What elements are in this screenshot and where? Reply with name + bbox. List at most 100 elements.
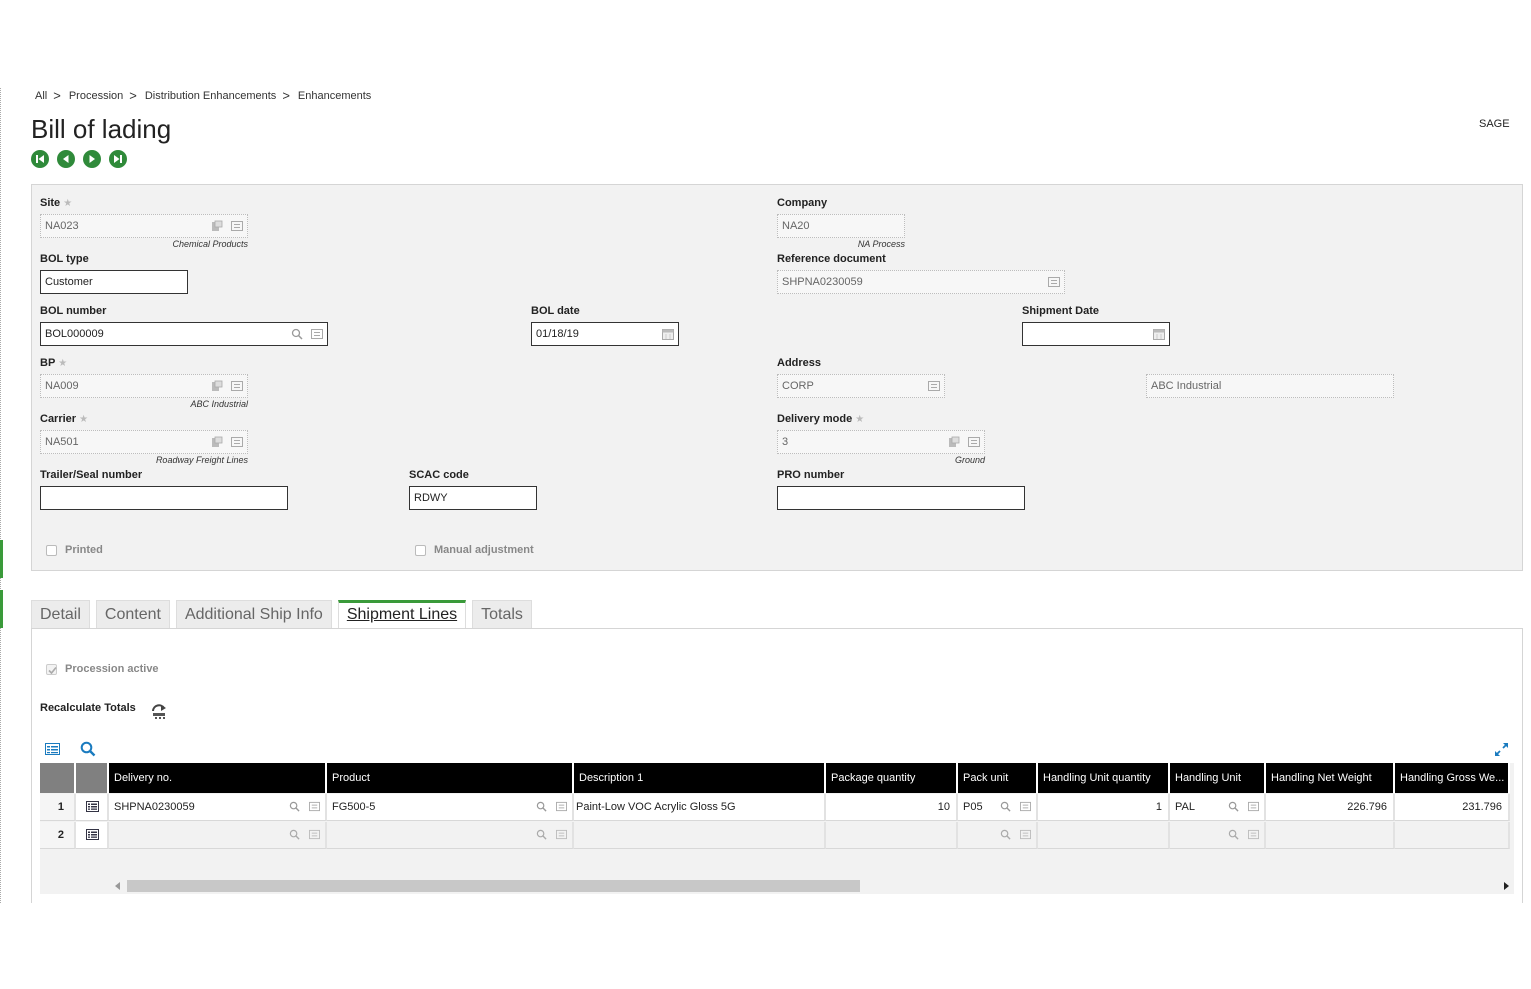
scrollbar-thumb[interactable] — [127, 880, 860, 892]
next-record-icon[interactable] — [83, 150, 101, 168]
detail-link-icon[interactable] — [211, 220, 223, 232]
actions-menu-icon[interactable] — [1248, 801, 1259, 812]
column-header-handling-gross-weight[interactable]: Handling Gross We... — [1395, 763, 1510, 793]
manual-adjustment-checkbox[interactable]: Manual adjustment — [415, 544, 534, 556]
row-actions[interactable] — [76, 822, 109, 849]
column-header-product[interactable]: Product — [327, 763, 574, 793]
breadcrumb-item-distribution[interactable]: Distribution Enhancements — [145, 90, 276, 102]
actions-menu-icon[interactable] — [1048, 276, 1060, 288]
search-icon[interactable] — [291, 328, 303, 340]
column-header-handling-unit-quantity[interactable]: Handling Unit quantity — [1038, 763, 1170, 793]
bol-date-field[interactable]: 01/18/19 — [531, 322, 679, 346]
detail-link-icon[interactable] — [211, 380, 223, 392]
tab-content[interactable]: Content — [95, 600, 170, 628]
cell-package-quantity[interactable] — [826, 822, 958, 849]
checkbox-box[interactable] — [415, 544, 426, 556]
actions-menu-icon[interactable] — [231, 436, 243, 448]
shipment-date-field[interactable] — [1022, 322, 1170, 346]
checkbox-box[interactable] — [46, 544, 57, 556]
cell-handling-net-weight[interactable] — [1266, 822, 1395, 849]
actions-menu-icon[interactable] — [556, 801, 567, 812]
tab-additional-ship-info[interactable]: Additional Ship Info — [175, 600, 332, 628]
search-icon[interactable] — [1000, 801, 1011, 812]
actions-menu-icon[interactable] — [928, 380, 940, 392]
scroll-left-arrow-icon[interactable] — [115, 882, 121, 890]
row-menu-icon[interactable] — [86, 829, 99, 840]
actions-menu-icon[interactable] — [231, 220, 243, 232]
calendar-icon[interactable] — [1153, 328, 1165, 340]
row-menu-icon[interactable] — [86, 801, 99, 812]
search-icon[interactable] — [536, 801, 547, 812]
column-header-pack-unit[interactable]: Pack unit — [958, 763, 1038, 793]
actions-menu-icon[interactable] — [1020, 801, 1031, 812]
detail-link-icon[interactable] — [948, 436, 960, 448]
actions-menu-icon[interactable] — [1248, 829, 1259, 840]
bp-field[interactable]: NA009 — [40, 374, 248, 398]
recalculate-icon[interactable] — [150, 702, 168, 720]
last-record-icon[interactable] — [109, 150, 127, 168]
grid-horizontal-scrollbar[interactable] — [112, 879, 1514, 893]
actions-menu-icon[interactable] — [556, 829, 567, 840]
first-record-icon[interactable] — [31, 150, 49, 168]
tab-shipment-lines[interactable]: Shipment Lines — [337, 600, 467, 628]
cell-delivery-no[interactable] — [109, 822, 327, 849]
tab-totals[interactable]: Totals — [472, 600, 532, 628]
bol-number-field[interactable]: BOL000009 — [40, 322, 328, 346]
actions-menu-icon[interactable] — [309, 801, 320, 812]
trailer-seal-field[interactable] — [40, 486, 288, 510]
column-header-description[interactable]: Description 1 — [574, 763, 826, 793]
search-icon[interactable] — [1228, 801, 1239, 812]
cell-description[interactable] — [574, 822, 826, 849]
cell-description[interactable]: Paint-Low VOC Acrylic Gloss 5G — [574, 794, 826, 821]
detail-link-icon[interactable] — [211, 436, 223, 448]
search-icon[interactable] — [1000, 829, 1011, 840]
cell-handling-unit-quantity[interactable]: 1 — [1038, 794, 1170, 821]
actions-menu-icon[interactable] — [1020, 829, 1031, 840]
actions-menu-icon[interactable] — [968, 436, 980, 448]
cell-pack-unit[interactable]: P05 — [958, 794, 1038, 821]
cell-handling-unit-quantity[interactable] — [1038, 822, 1170, 849]
calendar-icon[interactable] — [662, 328, 674, 340]
checkbox-box[interactable] — [46, 663, 57, 675]
search-icon[interactable] — [289, 829, 300, 840]
grid-search-icon[interactable] — [80, 741, 96, 757]
cell-delivery-no[interactable]: SHPNA0230059 — [109, 794, 327, 821]
actions-menu-icon[interactable] — [311, 328, 323, 340]
carrier-field[interactable]: NA501 — [40, 430, 248, 454]
cell-product[interactable]: FG500-5 — [327, 794, 574, 821]
column-header-handling-net-weight[interactable]: Handling Net Weight — [1266, 763, 1395, 793]
column-header-package-quantity[interactable]: Package quantity — [826, 763, 958, 793]
previous-record-icon[interactable] — [57, 150, 75, 168]
column-header-handling-unit[interactable]: Handling Unit — [1170, 763, 1266, 793]
column-header-delivery-no[interactable]: Delivery no. — [109, 763, 327, 793]
breadcrumb-item-all[interactable]: All — [35, 90, 47, 102]
expand-icon[interactable] — [1494, 742, 1509, 757]
delivery-mode-field[interactable]: 3 — [777, 430, 985, 454]
company-field[interactable]: NA20 — [777, 214, 905, 238]
actions-menu-icon[interactable] — [231, 380, 243, 392]
cell-handling-gross-weight[interactable] — [1395, 822, 1510, 849]
grid-actions-icon[interactable] — [45, 743, 60, 755]
search-icon[interactable] — [1228, 829, 1239, 840]
tab-detail[interactable]: Detail — [31, 600, 90, 628]
search-icon[interactable] — [289, 801, 300, 812]
scroll-right-arrow-icon[interactable] — [1504, 882, 1510, 890]
row-actions[interactable] — [76, 794, 109, 821]
cell-package-quantity[interactable]: 10 — [826, 794, 958, 821]
cell-handling-unit[interactable]: PAL — [1170, 794, 1266, 821]
cell-product[interactable] — [327, 822, 574, 849]
breadcrumb-item-procession[interactable]: Procession — [69, 90, 123, 102]
printed-checkbox[interactable]: Printed — [46, 544, 103, 556]
bol-type-select[interactable]: Customer — [40, 270, 188, 294]
pro-number-field[interactable] — [777, 486, 1025, 510]
site-field[interactable]: NA023 — [40, 214, 248, 238]
cell-handling-unit[interactable] — [1170, 822, 1266, 849]
procession-active-checkbox[interactable]: Procession active — [46, 663, 159, 675]
reference-document-field[interactable]: SHPNA0230059 — [777, 270, 1065, 294]
cell-pack-unit[interactable] — [958, 822, 1038, 849]
cell-handling-net-weight[interactable]: 226.796 — [1266, 794, 1395, 821]
breadcrumb-item-enhancements[interactable]: Enhancements — [298, 90, 371, 102]
actions-menu-icon[interactable] — [309, 829, 320, 840]
cell-handling-gross-weight[interactable]: 231.796 — [1395, 794, 1510, 821]
address-field[interactable]: CORP — [777, 374, 945, 398]
